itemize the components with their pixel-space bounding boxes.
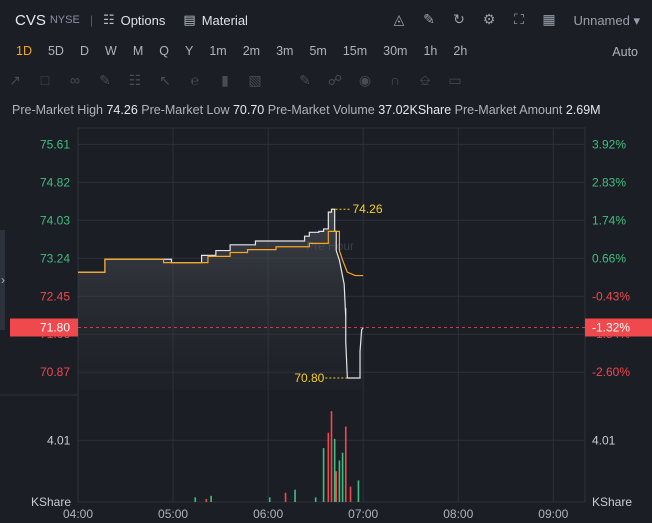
volume-bar [341, 452, 344, 502]
percent-axis-label: 2.83% [592, 175, 626, 189]
price-area [78, 209, 364, 390]
volume-bar [335, 471, 338, 502]
percent-axis-label: 0.66% [592, 251, 626, 265]
volume-bar [294, 489, 296, 502]
x-tick-label: 08:00 [443, 507, 473, 521]
x-tick-label: 09:00 [538, 507, 568, 521]
x-tick-label: 07:00 [348, 507, 378, 521]
price-axis-label: 74.82 [40, 175, 70, 189]
volume-bar [357, 480, 360, 502]
volume-bar [327, 432, 330, 502]
volume-bar [338, 460, 341, 502]
percent-axis-label: -0.43% [592, 289, 630, 303]
min-marker-label: 70.80 [294, 371, 324, 385]
expand-icon: › [1, 273, 5, 287]
x-tick-label: 04:00 [63, 507, 93, 521]
volume-bar [268, 497, 271, 502]
volume-bar [194, 497, 197, 502]
price-axis-label: 75.61 [40, 137, 70, 151]
volume-unit-right: KShare [592, 495, 632, 509]
current-price-label: 71.80 [40, 321, 70, 335]
volume-bar [322, 448, 325, 502]
volume-bar [314, 497, 317, 502]
volume-bar [349, 486, 352, 502]
x-tick-label: 05:00 [158, 507, 188, 521]
volume-bar [333, 438, 336, 502]
volume-axis-label-right: 4.01 [592, 433, 616, 447]
volume-unit-left: KShare [31, 495, 71, 509]
volume-bar [205, 498, 208, 502]
current-change-label: -1.32% [592, 321, 630, 335]
price-axis-label: 70.87 [40, 365, 70, 379]
price-axis-label: 73.24 [40, 251, 70, 265]
volume-axis-label: 4.01 [47, 433, 71, 447]
volume-bar [330, 411, 333, 502]
max-marker-label: 74.26 [353, 202, 383, 216]
price-axis-label: 74.03 [40, 213, 70, 227]
price-chart[interactable]: 04:00 05:00 06:00 07:00 08:00 09:00 75.61 3.92%… [0, 0, 652, 523]
volume-bar [210, 495, 212, 502]
percent-axis-label: -2.60% [592, 365, 630, 379]
volume-bar [344, 426, 347, 502]
x-tick-label: 06:00 [253, 507, 283, 521]
price-axis-label: 72.45 [40, 289, 70, 303]
percent-axis-label: 1.74% [592, 213, 626, 227]
percent-axis-label: 3.92% [592, 137, 626, 151]
volume-bar [284, 492, 287, 502]
